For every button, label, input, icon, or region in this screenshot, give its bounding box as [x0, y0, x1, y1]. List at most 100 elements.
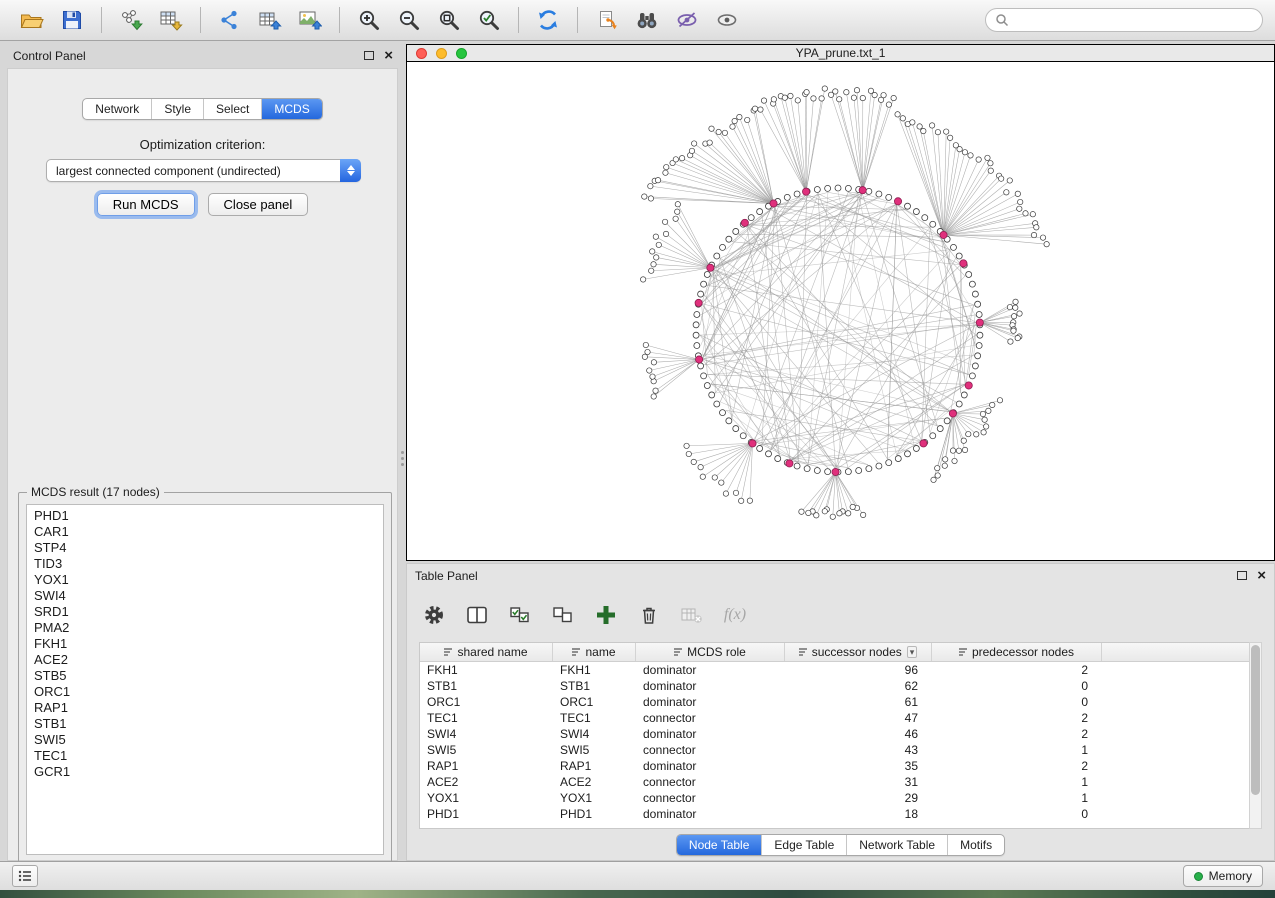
create-column-button[interactable]: [593, 602, 619, 628]
task-history-button[interactable]: [12, 865, 38, 887]
clone-network-button[interactable]: [587, 4, 627, 36]
run-mcds-button[interactable]: Run MCDS: [97, 193, 195, 216]
table-cell[interactable]: dominator: [636, 759, 785, 773]
table-cell[interactable]: ACE2: [553, 775, 636, 789]
column-header-successor-nodes[interactable]: successor nodes ▾: [785, 643, 932, 661]
mcds-result-item[interactable]: ACE2: [27, 652, 383, 668]
table-row[interactable]: STB1STB1dominator620: [420, 678, 1259, 694]
mcds-result-list[interactable]: PHD1CAR1STP4TID3YOX1SWI4SRD1PMA2FKH1ACE2…: [26, 504, 384, 855]
table-cell[interactable]: connector: [636, 775, 785, 789]
table-cell[interactable]: SWI4: [420, 727, 553, 741]
table-cell[interactable]: SWI4: [553, 727, 636, 741]
mcds-result-item[interactable]: STP4: [27, 540, 383, 556]
table-row[interactable]: FKH1FKH1dominator962: [420, 662, 1259, 678]
tab-motifs[interactable]: Motifs: [948, 835, 1004, 855]
table-cell[interactable]: 0: [932, 695, 1102, 709]
network-canvas[interactable]: [407, 63, 1274, 560]
delete-column-button[interactable]: [636, 602, 662, 628]
column-header-mcds-role[interactable]: MCDS role: [636, 643, 785, 661]
tab-select[interactable]: Select: [204, 99, 262, 119]
column-header-predecessor-nodes[interactable]: predecessor nodes: [932, 643, 1102, 661]
mcds-result-item[interactable]: STB1: [27, 716, 383, 732]
table-cell[interactable]: PHD1: [420, 807, 553, 821]
table-cell[interactable]: ORC1: [553, 695, 636, 709]
table-cell[interactable]: 43: [785, 743, 932, 757]
table-cell[interactable]: dominator: [636, 695, 785, 709]
table-cell[interactable]: 1: [932, 743, 1102, 757]
table-cell[interactable]: SWI5: [553, 743, 636, 757]
zoom-in-button[interactable]: [349, 4, 389, 36]
mcds-result-item[interactable]: ORC1: [27, 684, 383, 700]
scrollbar-thumb[interactable]: [1251, 645, 1260, 795]
float-table-panel-button[interactable]: [1237, 571, 1247, 580]
table-cell[interactable]: FKH1: [420, 663, 553, 677]
mcds-result-item[interactable]: SRD1: [27, 604, 383, 620]
table-cell[interactable]: PHD1: [553, 807, 636, 821]
table-cell[interactable]: connector: [636, 743, 785, 757]
table-scrollbar[interactable]: [1249, 642, 1262, 829]
maximize-window-button[interactable]: [456, 48, 467, 59]
table-row[interactable]: SWI4SWI4dominator462: [420, 726, 1259, 742]
table-cell[interactable]: 0: [932, 679, 1102, 693]
mcds-result-item[interactable]: RAP1: [27, 700, 383, 716]
mcds-result-item[interactable]: FKH1: [27, 636, 383, 652]
mcds-result-item[interactable]: YOX1: [27, 572, 383, 588]
table-cell[interactable]: 0: [932, 807, 1102, 821]
table-cell[interactable]: 18: [785, 807, 932, 821]
mcds-result-item[interactable]: SWI4: [27, 588, 383, 604]
tab-network-table[interactable]: Network Table: [847, 835, 948, 855]
import-network-button[interactable]: [111, 4, 151, 36]
table-row[interactable]: ACE2ACE2connector311: [420, 774, 1259, 790]
import-table-button[interactable]: [151, 4, 191, 36]
table-row[interactable]: PHD1PHD1dominator180: [420, 806, 1259, 822]
table-settings-button[interactable]: [421, 602, 447, 628]
table-cell[interactable]: 1: [932, 791, 1102, 805]
table-row[interactable]: SWI5SWI5connector431: [420, 742, 1259, 758]
table-cell[interactable]: 35: [785, 759, 932, 773]
table-row[interactable]: RAP1RAP1dominator352: [420, 758, 1259, 774]
table-cell[interactable]: 61: [785, 695, 932, 709]
tab-mcds[interactable]: MCDS: [262, 99, 321, 119]
panel-splitter[interactable]: [399, 443, 405, 473]
mcds-result-item[interactable]: PHD1: [27, 508, 383, 524]
find-button[interactable]: [627, 4, 667, 36]
tab-node-table[interactable]: Node Table: [677, 835, 763, 855]
table-cell[interactable]: dominator: [636, 807, 785, 821]
memory-button[interactable]: Memory: [1183, 865, 1263, 887]
zoom-fit-button[interactable]: [429, 4, 469, 36]
tab-style[interactable]: Style: [152, 99, 204, 119]
table-cell[interactable]: dominator: [636, 727, 785, 741]
table-cell[interactable]: FKH1: [553, 663, 636, 677]
table-cell[interactable]: YOX1: [553, 791, 636, 805]
table-cell[interactable]: RAP1: [420, 759, 553, 773]
table-cell[interactable]: STB1: [420, 679, 553, 693]
table-cell[interactable]: 2: [932, 759, 1102, 773]
table-cell[interactable]: connector: [636, 711, 785, 725]
export-network-button[interactable]: [210, 4, 250, 36]
export-image-button[interactable]: [290, 4, 330, 36]
close-panel-button[interactable]: ×: [384, 48, 393, 63]
mcds-result-item[interactable]: SWI5: [27, 732, 383, 748]
deselect-all-button[interactable]: [550, 602, 576, 628]
minimize-window-button[interactable]: [436, 48, 447, 59]
zoom-selected-button[interactable]: [469, 4, 509, 36]
mcds-result-item[interactable]: PMA2: [27, 620, 383, 636]
table-cell[interactable]: 2: [932, 727, 1102, 741]
column-header-shared-name[interactable]: shared name: [420, 643, 553, 661]
mcds-result-item[interactable]: GCR1: [27, 764, 383, 780]
table-cell[interactable]: RAP1: [553, 759, 636, 773]
show-column-panel-button[interactable]: [464, 602, 490, 628]
table-cell[interactable]: 2: [932, 663, 1102, 677]
tab-edge-table[interactable]: Edge Table: [762, 835, 847, 855]
table-cell[interactable]: 46: [785, 727, 932, 741]
toolbar-search[interactable]: [985, 8, 1263, 32]
refresh-layout-button[interactable]: [528, 4, 568, 36]
table-cell[interactable]: 96: [785, 663, 932, 677]
mcds-result-item[interactable]: TEC1: [27, 748, 383, 764]
open-session-button[interactable]: [12, 4, 52, 36]
table-cell[interactable]: dominator: [636, 663, 785, 677]
table-cell[interactable]: ACE2: [420, 775, 553, 789]
table-cell[interactable]: STB1: [553, 679, 636, 693]
table-cell[interactable]: SWI5: [420, 743, 553, 757]
column-header-name[interactable]: name: [553, 643, 636, 661]
